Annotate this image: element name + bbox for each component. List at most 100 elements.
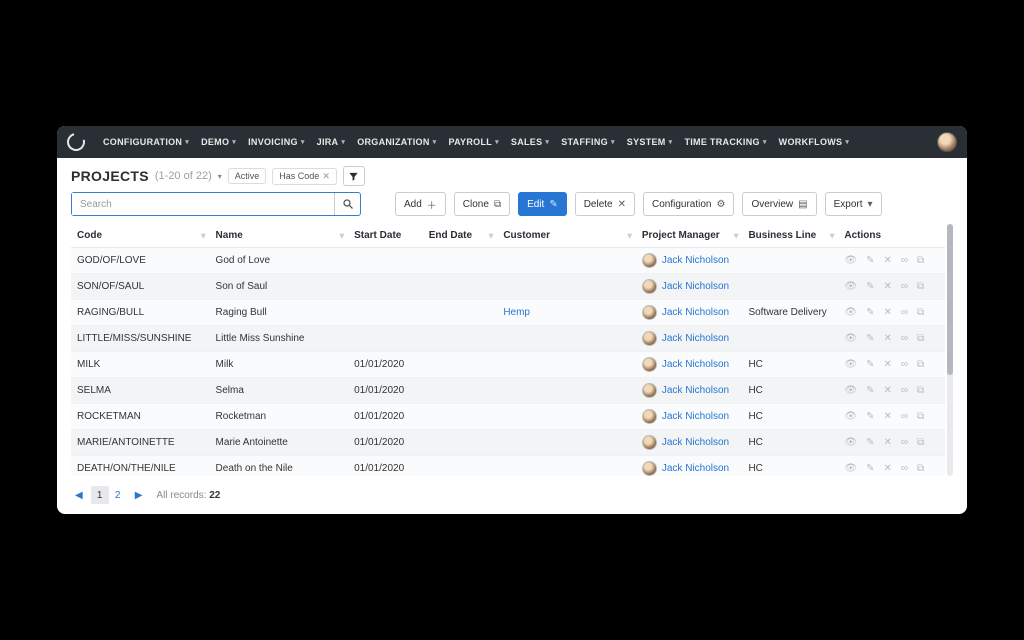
row-view-icon[interactable]: 👁 [844, 463, 857, 474]
row-copy-icon[interactable]: ⧉ [917, 333, 924, 344]
row-delete-icon[interactable]: ✕ [883, 359, 891, 370]
row-edit-icon[interactable]: ✎ [866, 437, 874, 448]
app-logo-icon[interactable] [64, 130, 89, 155]
add-button[interactable]: Add ＋ [395, 192, 446, 216]
nav-item-sales[interactable]: SALES▾ [505, 133, 555, 151]
configuration-button[interactable]: Configuration ⚙ [643, 192, 734, 216]
row-link-icon[interactable]: ∞ [901, 307, 908, 318]
pager-next[interactable]: ▶ [131, 490, 147, 501]
row-view-icon[interactable]: 👁 [844, 281, 857, 292]
row-link-icon[interactable]: ∞ [901, 411, 908, 422]
pm-link[interactable]: Jack Nicholson [662, 411, 729, 422]
filter-caret-icon[interactable]: ▾ [830, 230, 835, 241]
row-edit-icon[interactable]: ✎ [866, 385, 874, 396]
row-link-icon[interactable]: ∞ [901, 255, 908, 266]
row-view-icon[interactable]: 👁 [844, 411, 857, 422]
pm-link[interactable]: Jack Nicholson [662, 255, 729, 266]
pm-link[interactable]: Jack Nicholson [662, 359, 729, 370]
nav-item-jira[interactable]: JIRA▾ [311, 133, 352, 151]
nav-item-organization[interactable]: ORGANIZATION▾ [351, 133, 442, 151]
row-edit-icon[interactable]: ✎ [866, 411, 874, 422]
row-view-icon[interactable]: 👁 [844, 255, 857, 266]
table-row[interactable]: SELMASelma01/01/2020Jack NicholsonHC👁✎✕∞… [71, 378, 945, 404]
row-link-icon[interactable]: ∞ [901, 359, 908, 370]
overview-button[interactable]: Overview ▤ [742, 192, 816, 216]
row-link-icon[interactable]: ∞ [901, 385, 908, 396]
row-edit-icon[interactable]: ✎ [866, 463, 874, 474]
export-button[interactable]: Export ▾ [825, 192, 882, 216]
col-header-pm[interactable]: Project Manager▾ [636, 224, 743, 248]
filter-button[interactable] [343, 166, 365, 186]
col-header-code[interactable]: Code▾ [71, 224, 210, 248]
scrollbar-thumb[interactable] [947, 224, 953, 375]
col-header-customer[interactable]: Customer▾ [497, 224, 636, 248]
row-copy-icon[interactable]: ⧉ [917, 463, 924, 474]
col-header-end[interactable]: End Date▾ [423, 224, 498, 248]
nav-item-demo[interactable]: DEMO▾ [195, 133, 242, 151]
nav-item-configuration[interactable]: CONFIGURATION▾ [97, 133, 195, 151]
filter-chip-active[interactable]: Active [228, 168, 267, 184]
filter-caret-icon[interactable]: ▾ [489, 230, 494, 241]
row-delete-icon[interactable]: ✕ [883, 437, 891, 448]
col-header-start[interactable]: Start Date [348, 224, 423, 248]
row-view-icon[interactable]: 👁 [844, 359, 857, 370]
row-view-icon[interactable]: 👁 [844, 385, 857, 396]
table-row[interactable]: SON/OF/SAULSon of SaulJack Nicholson👁✎✕∞… [71, 274, 945, 300]
search-input[interactable] [72, 193, 334, 215]
row-edit-icon[interactable]: ✎ [866, 307, 874, 318]
table-row[interactable]: MILKMilk01/01/2020Jack NicholsonHC👁✎✕∞⧉ [71, 352, 945, 378]
nav-item-system[interactable]: SYSTEM▾ [621, 133, 679, 151]
pm-link[interactable]: Jack Nicholson [662, 437, 729, 448]
row-edit-icon[interactable]: ✎ [866, 281, 874, 292]
row-copy-icon[interactable]: ⧉ [917, 307, 924, 318]
filter-caret-icon[interactable]: ▾ [340, 230, 345, 241]
row-view-icon[interactable]: 👁 [844, 333, 857, 344]
row-link-icon[interactable]: ∞ [901, 333, 908, 344]
col-header-name[interactable]: Name▾ [210, 224, 349, 248]
pm-link[interactable]: Jack Nicholson [662, 281, 729, 292]
row-copy-icon[interactable]: ⧉ [917, 437, 924, 448]
search-button[interactable] [334, 193, 360, 215]
nav-item-workflows[interactable]: WORKFLOWS▾ [773, 133, 856, 151]
row-delete-icon[interactable]: ✕ [883, 333, 891, 344]
row-view-icon[interactable]: 👁 [844, 307, 857, 318]
nav-item-invoicing[interactable]: INVOICING▾ [242, 133, 311, 151]
row-delete-icon[interactable]: ✕ [883, 463, 891, 474]
row-copy-icon[interactable]: ⧉ [917, 385, 924, 396]
row-link-icon[interactable]: ∞ [901, 463, 908, 474]
pager-page-2[interactable]: 2 [109, 486, 127, 504]
filter-caret-icon[interactable]: ▾ [627, 230, 632, 241]
clone-button[interactable]: Clone ⧉ [454, 192, 510, 216]
pm-link[interactable]: Jack Nicholson [662, 333, 729, 344]
row-link-icon[interactable]: ∞ [901, 437, 908, 448]
row-copy-icon[interactable]: ⧉ [917, 359, 924, 370]
row-edit-icon[interactable]: ✎ [866, 359, 874, 370]
filter-caret-icon[interactable]: ▾ [201, 230, 206, 241]
pm-link[interactable]: Jack Nicholson [662, 307, 729, 318]
pager-page-1[interactable]: 1 [91, 486, 109, 504]
row-delete-icon[interactable]: ✕ [883, 385, 891, 396]
row-copy-icon[interactable]: ⧉ [917, 281, 924, 292]
close-icon[interactable]: ✕ [322, 171, 330, 182]
col-header-bline[interactable]: Business Line▾ [742, 224, 838, 248]
row-copy-icon[interactable]: ⧉ [917, 411, 924, 422]
table-row[interactable]: GOD/OF/LOVEGod of LoveJack Nicholson👁✎✕∞… [71, 248, 945, 274]
row-delete-icon[interactable]: ✕ [883, 307, 891, 318]
delete-button[interactable]: Delete ✕ [575, 192, 635, 216]
table-row[interactable]: DEATH/ON/THE/NILEDeath on the Nile01/01/… [71, 456, 945, 477]
nav-item-staffing[interactable]: STAFFING▾ [555, 133, 621, 151]
chevron-down-icon[interactable]: ▾ [218, 172, 222, 181]
filter-chip-has-code[interactable]: Has Code ✕ [272, 168, 337, 185]
edit-button[interactable]: Edit ✎ [518, 192, 567, 216]
row-delete-icon[interactable]: ✕ [883, 281, 891, 292]
table-row[interactable]: MARIE/ANTOINETTEMarie Antoinette01/01/20… [71, 430, 945, 456]
filter-caret-icon[interactable]: ▾ [734, 230, 739, 241]
row-copy-icon[interactable]: ⧉ [917, 255, 924, 266]
row-edit-icon[interactable]: ✎ [866, 333, 874, 344]
nav-item-time-tracking[interactable]: TIME TRACKING▾ [678, 133, 772, 151]
table-row[interactable]: RAGING/BULLRaging BullHempJack Nicholson… [71, 300, 945, 326]
row-delete-icon[interactable]: ✕ [883, 255, 891, 266]
row-link-icon[interactable]: ∞ [901, 281, 908, 292]
row-edit-icon[interactable]: ✎ [866, 255, 874, 266]
pm-link[interactable]: Jack Nicholson [662, 385, 729, 396]
